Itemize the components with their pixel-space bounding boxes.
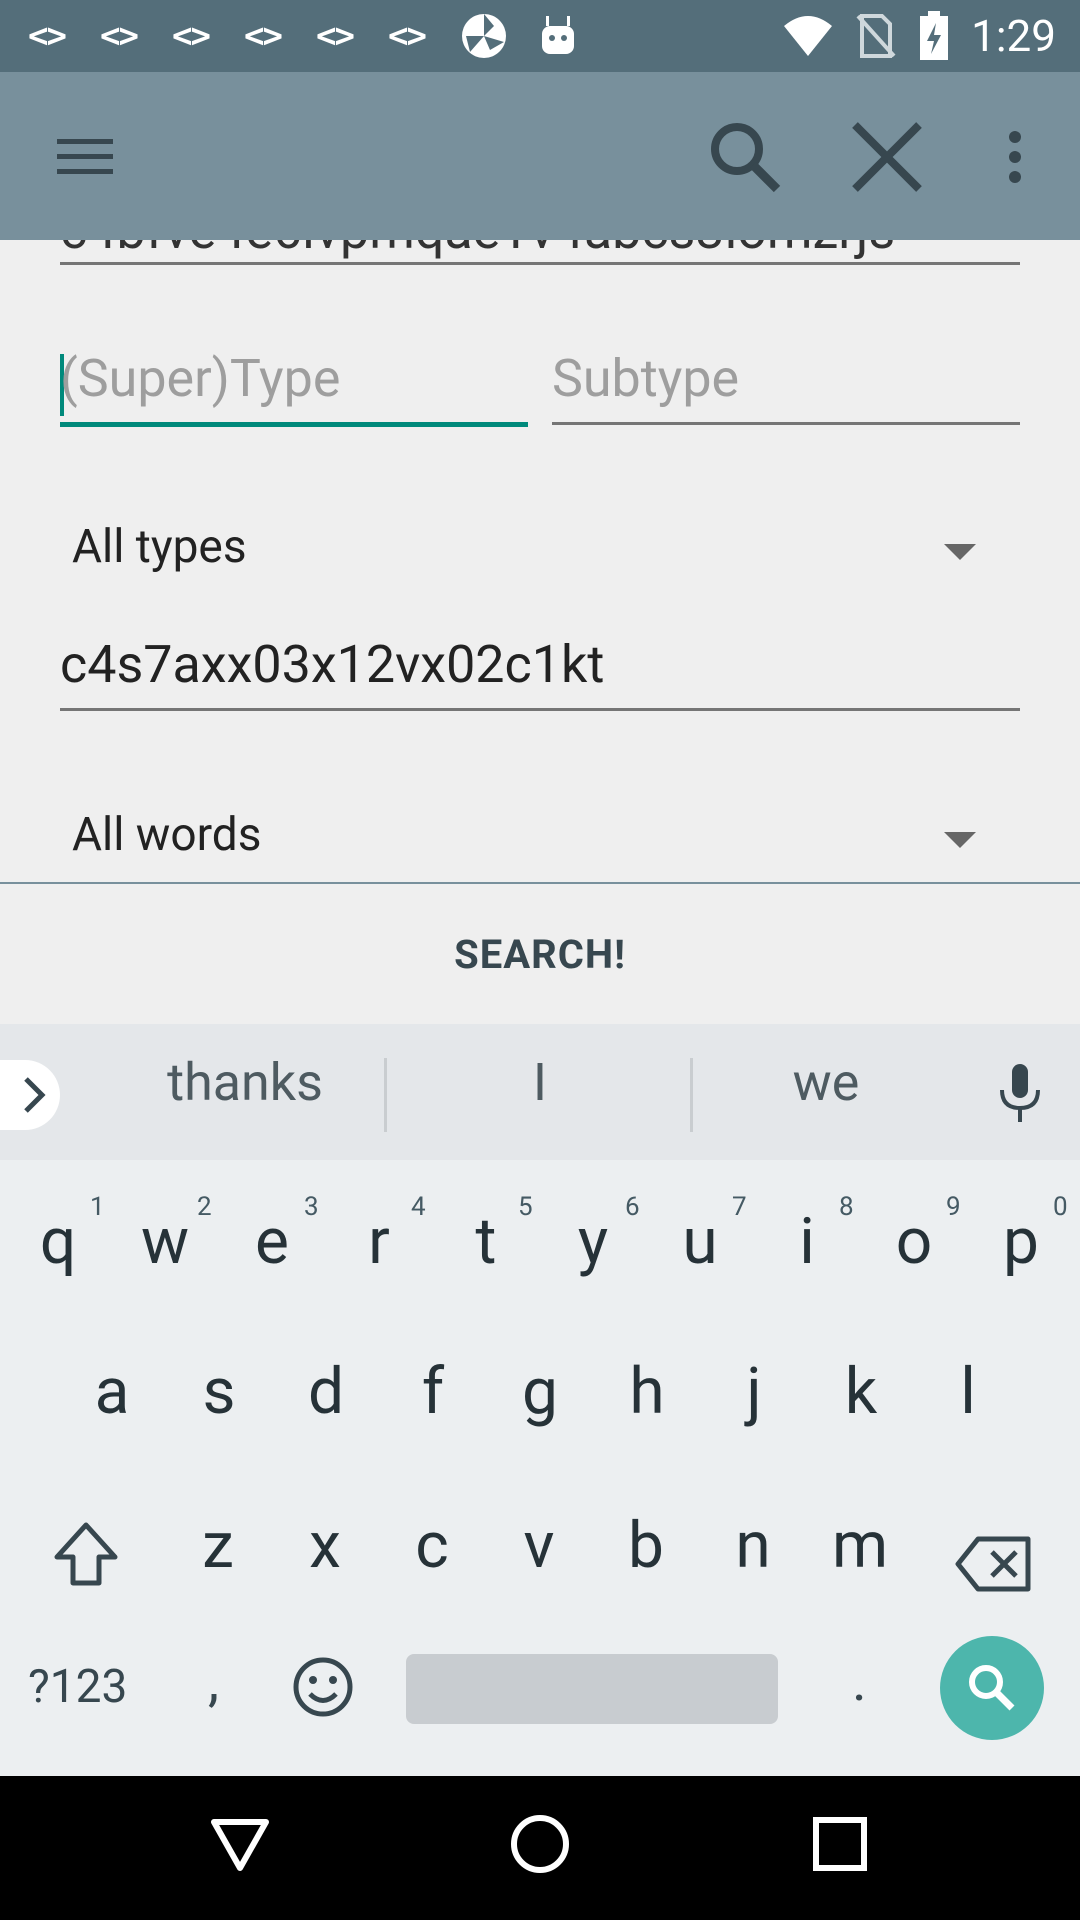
- back-icon[interactable]: [200, 1804, 280, 1884]
- subtype-input[interactable]: Subtype: [552, 344, 1020, 424]
- shift-key[interactable]: [36, 1504, 136, 1604]
- key-hint-6: 6: [625, 1192, 640, 1222]
- words-dropdown[interactable]: All words: [60, 788, 1020, 880]
- subtype-placeholder: Subtype: [552, 348, 740, 409]
- search-button[interactable]: SEARCH!: [0, 884, 1080, 1024]
- key-hint-0: 0: [1053, 1192, 1068, 1222]
- clock: 1:29: [971, 10, 1056, 62]
- words-input[interactable]: c4s7axx03x12vx02c1kt: [60, 630, 1020, 710]
- key-hint-5: 5: [518, 1192, 533, 1222]
- dropdown-arrow-icon: [944, 544, 976, 560]
- key-b[interactable]: b: [596, 1508, 696, 1583]
- key-hint-7: 7: [732, 1192, 747, 1222]
- scrolled-text-field[interactable]: c4bfve4e6lvpmqaeTv4abcs3lomzrjs: [60, 240, 895, 261]
- words-input-value: c4s7axx03x12vx02c1kt: [60, 634, 605, 695]
- subtype-underline: [552, 422, 1020, 425]
- key-v[interactable]: v: [489, 1508, 589, 1583]
- key-hint-8: 8: [839, 1192, 854, 1222]
- search-button-row: SEARCH!: [0, 882, 1080, 1024]
- suggestion-1[interactable]: thanks: [100, 1052, 390, 1113]
- dropdown-arrow-icon: [944, 832, 976, 848]
- code-icon: <>: [28, 16, 67, 56]
- key-h[interactable]: h: [597, 1354, 697, 1429]
- search-form: c4bfve4e6lvpmqaeTv4abcs3lomzrjs (Super)T…: [0, 240, 1080, 880]
- android-icon: [538, 14, 578, 58]
- suggestion-3[interactable]: we: [696, 1052, 956, 1113]
- supertype-placeholder: (Super)Type: [60, 348, 341, 409]
- suggestion-2[interactable]: I: [390, 1052, 690, 1113]
- key-g[interactable]: g: [490, 1354, 590, 1429]
- words-dropdown-label: All words: [72, 808, 262, 862]
- key-f[interactable]: f: [383, 1354, 483, 1429]
- code-icon: <>: [100, 16, 139, 56]
- key-hint-2: 2: [197, 1192, 212, 1222]
- navigation-bar: [0, 1776, 1080, 1920]
- key-x[interactable]: x: [275, 1508, 375, 1583]
- expand-suggestions-button[interactable]: [0, 1060, 60, 1130]
- keyboard-search-action-button[interactable]: [940, 1636, 1044, 1740]
- suggestion-divider: [384, 1058, 387, 1132]
- key-m[interactable]: m: [810, 1508, 910, 1583]
- code-icon: <>: [244, 16, 283, 56]
- microphone-icon[interactable]: [990, 1054, 1050, 1134]
- key-hint-1: 1: [90, 1192, 105, 1222]
- key-n[interactable]: n: [703, 1508, 803, 1583]
- scrolled-field-underline: [60, 262, 1020, 265]
- types-dropdown[interactable]: All types: [60, 500, 1020, 600]
- key-k[interactable]: k: [811, 1354, 911, 1429]
- key-s[interactable]: s: [169, 1354, 269, 1429]
- backspace-key[interactable]: [944, 1514, 1044, 1614]
- emoji-icon[interactable]: [290, 1654, 356, 1720]
- code-icon: <>: [316, 16, 355, 56]
- comma-key[interactable]: ,: [208, 1648, 219, 1714]
- key-hint-3: 3: [304, 1192, 319, 1222]
- words-underline: [60, 708, 1020, 711]
- period-key[interactable]: .: [852, 1648, 867, 1714]
- no-sim-icon: [856, 14, 896, 58]
- recents-icon[interactable]: [800, 1804, 880, 1884]
- types-dropdown-label: All types: [72, 520, 247, 574]
- suggestion-strip: thanks I we: [0, 1024, 1080, 1160]
- space-bar[interactable]: [406, 1654, 778, 1724]
- supertype-underline: [60, 422, 528, 427]
- key-z[interactable]: z: [168, 1508, 268, 1583]
- search-icon[interactable]: [700, 112, 790, 202]
- code-icon: <>: [172, 16, 211, 56]
- key-c[interactable]: c: [382, 1508, 482, 1583]
- hamburger-menu-icon[interactable]: [40, 122, 130, 192]
- soft-keyboard: thanks I we ?123 , . q1w2e3r4t5y6u7i8o9p…: [0, 1024, 1080, 1776]
- close-icon[interactable]: [842, 112, 932, 202]
- key-a[interactable]: a: [62, 1354, 162, 1429]
- wifi-icon: [782, 14, 834, 58]
- code-icon: <>: [388, 16, 427, 56]
- home-icon[interactable]: [500, 1804, 580, 1884]
- key-j[interactable]: j: [704, 1354, 804, 1429]
- app-bar: [0, 72, 1080, 240]
- key-l[interactable]: l: [918, 1354, 1018, 1429]
- battery-charging-icon: [918, 11, 950, 60]
- key-d[interactable]: d: [276, 1354, 376, 1429]
- suggestion-divider: [690, 1058, 693, 1132]
- pinwheel-icon: [460, 14, 508, 58]
- symbols-key[interactable]: ?123: [28, 1660, 127, 1714]
- more-vert-icon[interactable]: [990, 122, 1040, 192]
- supertype-input[interactable]: (Super)Type: [60, 344, 528, 424]
- key-hint-4: 4: [411, 1192, 426, 1222]
- key-hint-9: 9: [946, 1192, 961, 1222]
- status-bar: <> <> <> <> <> <> 1:29: [0, 0, 1080, 72]
